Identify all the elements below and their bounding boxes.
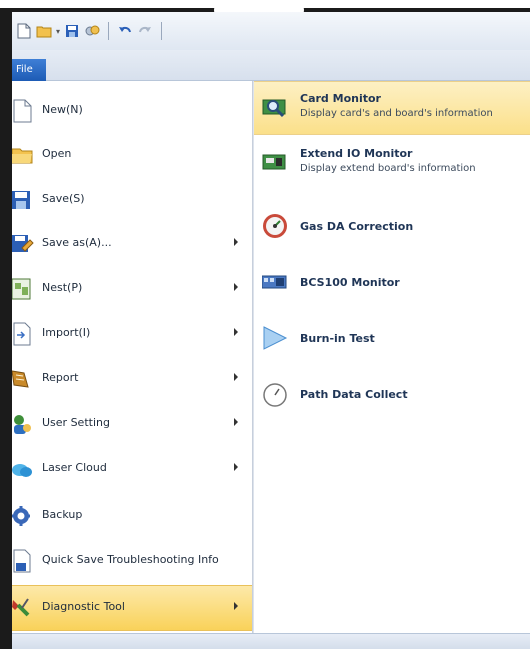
- menu-item-label: Save as(A)...: [42, 236, 112, 249]
- new-document-icon[interactable]: [16, 23, 32, 39]
- cloud-icon: [12, 457, 34, 481]
- submenu-item-gas-da-correction[interactable]: Gas DA Correction: [254, 201, 530, 253]
- submenu-item-title: Gas DA Correction: [300, 220, 414, 233]
- menu-item-new[interactable]: New(N): [12, 89, 252, 133]
- menu-item-label: Quick Save Troubleshooting Info: [42, 553, 219, 566]
- submenu-item-burn-in-test[interactable]: Burn-in Test: [254, 313, 530, 365]
- submenu-item-title: Extend IO Monitor: [300, 147, 413, 160]
- menu-item-label: Backup: [42, 508, 83, 521]
- menu-item-label: Import(I): [42, 326, 91, 339]
- folder-open-icon: [12, 143, 34, 167]
- menu-item-label: New(N): [42, 103, 83, 116]
- submenu-arrow-icon: [234, 238, 238, 246]
- menu-item-report[interactable]: Report: [12, 357, 252, 401]
- menu-bottom-bar: [12, 633, 530, 649]
- submenu-arrow-icon: [234, 373, 238, 381]
- menu-item-label: Nest(P): [42, 281, 83, 294]
- report-icon: [12, 367, 34, 391]
- submenu-arrow-icon: [234, 463, 238, 471]
- submenu-item-title: BCS100 Monitor: [300, 276, 400, 289]
- menu-item-diagnostic-tool[interactable]: Diagnostic Tool: [12, 585, 252, 631]
- submenu-item-description: Display card's and board's information: [300, 108, 493, 119]
- import-icon: [12, 322, 34, 346]
- save-icon[interactable]: [64, 23, 80, 39]
- quick-access-toolbar: ▾: [12, 12, 530, 50]
- submenu-item-title: Path Data Collect: [300, 388, 408, 401]
- submenu-arrow-icon: [234, 283, 238, 291]
- submenu-item-title: Card Monitor: [300, 92, 381, 105]
- menu-item-label: Save(S): [42, 192, 85, 205]
- submenu-item-bcs100-monitor[interactable]: BCS100 Monitor: [254, 257, 530, 309]
- submenu-arrow-icon: [234, 418, 238, 426]
- save-as-icon: [12, 232, 34, 256]
- bcs100-device-icon: [261, 269, 288, 295]
- menu-item-import[interactable]: Import(I): [12, 312, 252, 356]
- file-menu: New(N) Open Save(S) Save as(A)... Nest(P…: [12, 81, 253, 633]
- backup-gear-icon: [12, 504, 34, 528]
- diagnostic-tool-submenu: Card Monitor Display card's and board's …: [253, 81, 530, 633]
- menu-item-label: Diagnostic Tool: [42, 600, 125, 613]
- menu-item-save-as[interactable]: Save as(A)...: [12, 222, 252, 266]
- submenu-item-card-monitor[interactable]: Card Monitor Display card's and board's …: [254, 81, 530, 135]
- settings-icon[interactable]: [84, 23, 100, 39]
- nest-icon: [12, 277, 34, 301]
- stopwatch-icon: [262, 381, 288, 407]
- dropdown-arrow-icon[interactable]: ▾: [56, 27, 60, 36]
- play-triangle-icon: [262, 325, 288, 351]
- diagnostic-tool-icon: [12, 596, 34, 620]
- menu-item-quick-save-troubleshooting[interactable]: Quick Save Troubleshooting Info: [12, 539, 252, 583]
- menu-item-label: User Setting: [42, 416, 110, 429]
- menu-item-laser-cloud[interactable]: Laser Cloud: [12, 447, 252, 491]
- menu-item-label: Open: [42, 147, 72, 160]
- menu-item-label: Report: [42, 371, 79, 384]
- gauge-icon: [262, 213, 288, 239]
- file-tab[interactable]: File: [12, 59, 46, 81]
- save-disk-icon: [12, 188, 34, 212]
- menu-item-user-setting[interactable]: User Setting: [12, 402, 252, 446]
- submenu-arrow-icon: [234, 602, 238, 610]
- application-window: ▾ File New(N) Open Save(S) Save as(A)...…: [12, 12, 530, 649]
- new-page-icon: [12, 99, 34, 123]
- menu-item-open[interactable]: Open: [12, 133, 252, 177]
- menu-item-nest[interactable]: Nest(P): [12, 267, 252, 311]
- ribbon-tab-strip: File: [12, 50, 530, 81]
- submenu-item-title: Burn-in Test: [300, 332, 375, 345]
- card-monitor-icon: [262, 94, 288, 120]
- submenu-item-path-data-collect[interactable]: Path Data Collect: [254, 369, 530, 421]
- toolbar-separator: [108, 22, 110, 40]
- open-folder-icon[interactable]: [36, 23, 52, 39]
- user-setting-icon: [12, 412, 34, 436]
- redo-icon[interactable]: [137, 23, 153, 39]
- toolbar-separator: [161, 22, 163, 40]
- top-margin: [0, 0, 530, 30]
- menu-item-label: Laser Cloud: [42, 461, 107, 474]
- menu-item-save[interactable]: Save(S): [12, 178, 252, 222]
- submenu-item-extend-io-monitor[interactable]: Extend IO Monitor Display extend board's…: [254, 137, 530, 189]
- troubleshoot-save-icon: [12, 549, 34, 573]
- extend-io-board-icon: [262, 149, 288, 175]
- submenu-item-description: Display extend board's information: [300, 163, 476, 174]
- submenu-arrow-icon: [234, 328, 238, 336]
- undo-icon[interactable]: [117, 23, 133, 39]
- menu-item-backup[interactable]: Backup: [12, 494, 252, 538]
